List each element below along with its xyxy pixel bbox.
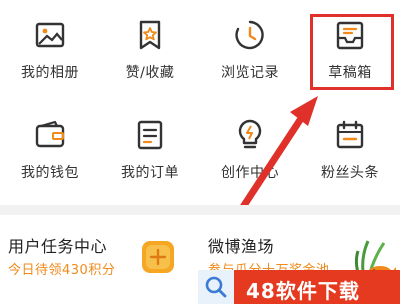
drafts-highlight-box: [310, 14, 394, 90]
bookmark-star-icon: [139, 20, 161, 50]
weibo-fishing-title: 微博渔场: [208, 237, 275, 256]
photo-album-icon: [35, 22, 65, 48]
search-icon: [205, 276, 227, 298]
menu-item-my-album[interactable]: 我的相册: [0, 0, 100, 100]
calendar-icon: [336, 120, 364, 149]
menu-item-label: 创作中心: [221, 165, 279, 181]
task-center-title: 用户任务中心: [8, 237, 108, 256]
menu-item-label: 赞/收藏: [125, 65, 175, 81]
coin-gift-icon: [142, 241, 174, 273]
section-divider: [0, 205, 400, 215]
menu-item-label: 我的相册: [21, 65, 79, 81]
watermark-text: 48软件下载: [246, 279, 360, 303]
menu-item-creation-center[interactable]: 创作中心: [200, 100, 300, 200]
menu-item-browse-history[interactable]: 浏览记录: [200, 0, 300, 100]
menu-item-label: 我的订单: [121, 165, 179, 181]
lightbulb-icon: [238, 119, 262, 149]
watermark-banner: 48软件下载: [198, 270, 400, 304]
menu-item-my-wallet[interactable]: 我的钱包: [0, 100, 100, 200]
menu-item-label: 浏览记录: [221, 65, 279, 81]
task-center-card[interactable]: 用户任务中心 今日待领430积分: [0, 215, 200, 304]
menu-item-label: 粉丝头条: [321, 165, 379, 181]
menu-item-my-orders[interactable]: 我的订单: [100, 100, 200, 200]
search-icon-box: [198, 270, 234, 304]
task-center-subtitle: 今日待领430积分: [8, 263, 116, 278]
menu-item-label: 我的钱包: [21, 165, 79, 181]
clock-history-icon: [235, 20, 264, 50]
menu-item-fans-headline[interactable]: 粉丝头条: [300, 100, 400, 200]
menu-item-likes-favorites[interactable]: 赞/收藏: [100, 0, 200, 100]
order-list-icon: [137, 120, 163, 150]
wallet-icon: [35, 120, 65, 148]
